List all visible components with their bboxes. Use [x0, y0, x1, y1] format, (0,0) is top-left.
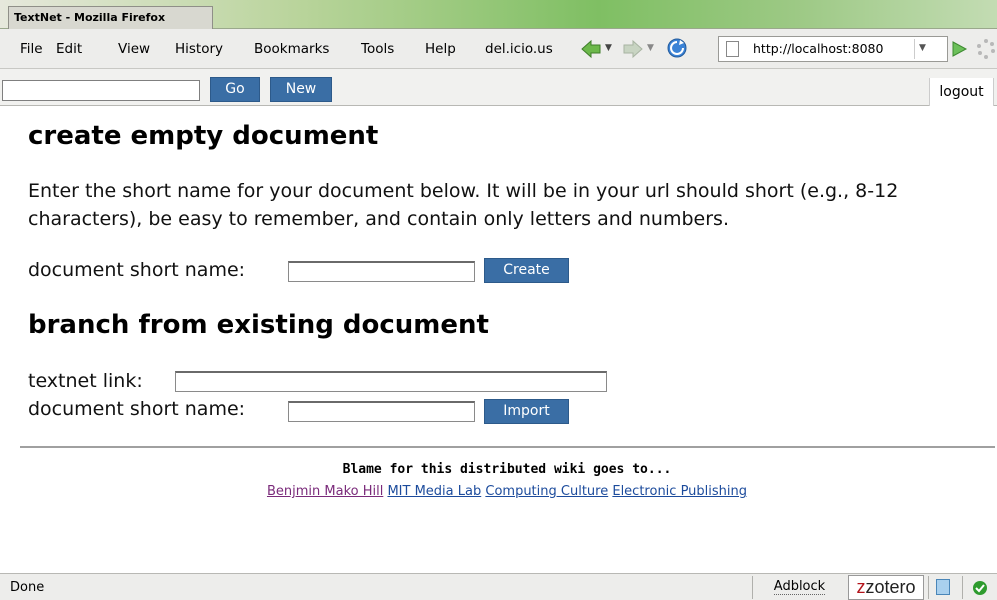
branch-short-name-input[interactable] — [288, 401, 475, 422]
reload-icon[interactable] — [666, 37, 688, 59]
create-section-title: create empty document — [28, 121, 379, 151]
status-ok-icon — [962, 576, 997, 599]
search-input[interactable] — [2, 80, 200, 101]
menu-delicious[interactable]: del.icio.us — [485, 41, 553, 57]
create-short-name-input[interactable] — [288, 261, 475, 282]
adblock-button[interactable]: Adblock — [752, 576, 846, 599]
forward-dropdown-icon[interactable]: ▼ — [647, 43, 654, 53]
page-icon — [726, 41, 739, 57]
zotero-label: zzotero — [856, 577, 916, 597]
footer-link-mit-media-lab[interactable]: MIT Media Lab — [387, 484, 481, 499]
menu-help[interactable]: Help — [425, 41, 456, 57]
menu-view[interactable]: View — [118, 41, 150, 57]
window-titlebar: TextNet - Mozilla Firefox — [0, 0, 997, 29]
menu-history[interactable]: History — [175, 41, 223, 57]
menu-edit[interactable]: Edit — [56, 41, 82, 57]
app-toolbar: Go New — [0, 69, 997, 106]
branch-short-name-label: document short name: — [28, 398, 246, 420]
forward-arrow-icon[interactable] — [622, 39, 644, 59]
status-text: Done — [10, 580, 45, 595]
adblock-label: Adblock — [773, 579, 826, 595]
window-title: TextNet - Mozilla Firefox — [8, 6, 213, 29]
url-text[interactable]: http://localhost:8080 — [753, 41, 907, 56]
footer-link-mako-hill[interactable]: Benjmin Mako Hill — [267, 484, 383, 499]
footer-divider — [20, 446, 995, 448]
menu-bookmarks[interactable]: Bookmarks — [254, 41, 329, 57]
footer-link-computing-culture[interactable]: Computing Culture — [485, 484, 608, 499]
footer-blame-text: Blame for this distributed wiki goes to.… — [342, 462, 672, 477]
back-dropdown-icon[interactable]: ▼ — [605, 43, 612, 53]
url-dropdown-icon[interactable]: ▼ — [914, 39, 930, 59]
textnet-link-label: textnet link: — [28, 370, 143, 392]
textnet-link-input[interactable] — [175, 371, 607, 392]
create-short-name-label: document short name: — [28, 259, 246, 281]
logout-button[interactable]: logout — [929, 78, 994, 106]
branch-section-title: branch from existing document — [28, 310, 489, 340]
footer-links: Benjmin Mako Hill MIT Media Lab Computin… — [0, 484, 997, 499]
menu-tools[interactable]: Tools — [361, 41, 394, 57]
go-arrow-icon[interactable] — [950, 40, 968, 58]
status-bar: Done Adblock zzotero — [0, 573, 997, 600]
footer-link-electronic-publishing[interactable]: Electronic Publishing — [612, 484, 747, 499]
menu-bar: File Edit View History Bookmarks Tools H… — [0, 29, 997, 69]
zotero-button[interactable]: zzotero — [848, 575, 924, 600]
back-arrow-icon[interactable] — [580, 39, 602, 59]
reader-icon[interactable] — [928, 576, 956, 599]
go-button[interactable]: Go — [210, 77, 260, 102]
create-button[interactable]: Create — [484, 258, 569, 283]
throbber-icon — [977, 39, 995, 59]
create-description: Enter the short name for your document b… — [28, 180, 899, 230]
url-bar[interactable]: http://localhost:8080 ▼ — [718, 36, 948, 62]
new-button[interactable]: New — [270, 77, 332, 102]
menu-file[interactable]: File — [20, 41, 43, 57]
import-button[interactable]: Import — [484, 399, 569, 424]
